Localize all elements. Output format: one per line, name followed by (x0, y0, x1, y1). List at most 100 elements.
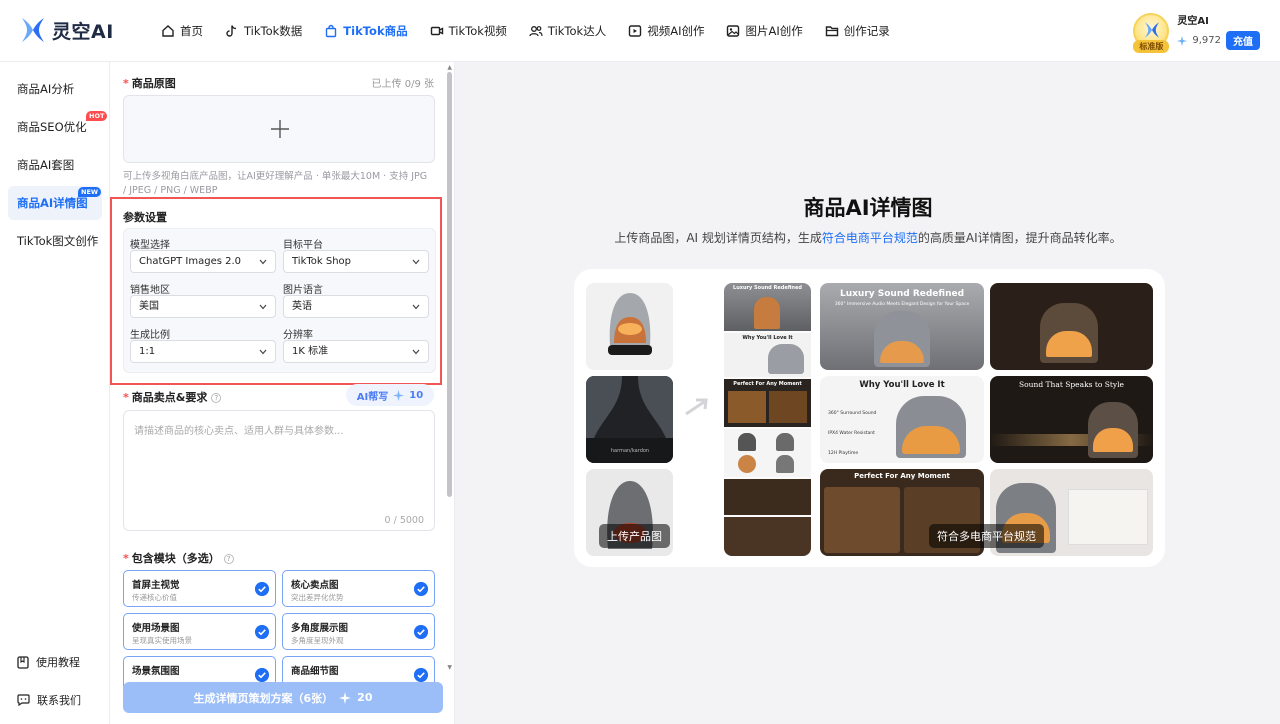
help-icon[interactable]: ? (211, 393, 222, 403)
nav-video-ai-label: 视频AI创作 (647, 24, 705, 38)
model-select[interactable]: ChatGPT Images 2.0 (130, 250, 276, 273)
video-ai-icon (629, 25, 642, 37)
hot-badge: HOT (86, 111, 108, 121)
sidebar-item-product-analysis[interactable]: 商品AI分析 (8, 72, 102, 106)
page-subtitle: 上传商品图，AI 规划详情页结构，生成符合电商平台规范的高质量AI详情图，提升商… (456, 229, 1280, 246)
feature-list: 360° Surround Sound IPX4 Water Resistant… (828, 404, 876, 463)
module-title: 场景氛围图 (132, 666, 180, 677)
scroll-down-arrow[interactable]: ▼ (447, 664, 452, 671)
check-icon (414, 625, 428, 639)
upload-count: 已上传 0/9 张 (371, 79, 434, 90)
sidebar-item-label: 商品AI分析 (17, 82, 75, 96)
chevron-down-icon (259, 259, 267, 265)
module-desc: 突出差异化优势 (291, 593, 344, 602)
plus-icon (271, 120, 289, 138)
user-name: 灵空AI (1177, 16, 1209, 27)
brand-logo[interactable]: 灵空AI (20, 16, 114, 44)
selling-points-textarea[interactable]: 请描述商品的核心卖点、适用人群与具体参数... 0 / 5000 (123, 410, 435, 531)
scrollbar-thumb[interactable] (447, 72, 452, 497)
feature-item: IPX4 Water Resistant (828, 431, 875, 436)
nav-tiktok-video-label: TikTok视频 (448, 24, 507, 38)
module-desc: 呈现真实使用场景 (132, 636, 192, 645)
module-usage-scene[interactable]: 使用场景图 呈现真实使用场景 (123, 613, 276, 650)
nav-image-ai[interactable]: 图片AI创作 (715, 0, 813, 62)
region-label: 销售地区 (130, 285, 170, 296)
longform-section: Perfect For Any Moment (724, 379, 811, 427)
nav-tiktok-data[interactable]: TikTok数据 (214, 0, 313, 62)
nav-history[interactable]: 创作记录 (814, 0, 901, 62)
nav-tiktok-data-label: TikTok数据 (244, 24, 303, 38)
resolution-value: 1K 标准 (292, 346, 329, 357)
sidebar-item-tiktok-post[interactable]: TikTok图文创作 (8, 224, 102, 258)
region-select[interactable]: 美国 (130, 295, 276, 318)
users-icon (529, 26, 543, 37)
sample-subheading: 360° Immersive Audio Meets Elegant Desig… (834, 302, 970, 307)
speaker-image: harman/kardon (586, 376, 673, 463)
input-photo-front (586, 283, 673, 370)
user-panel: 标准版 灵空AI 9,972 充值 (1133, 12, 1260, 53)
nav-tiktok-video[interactable]: TikTok视频 (419, 0, 518, 62)
sidebar-item-seo[interactable]: 商品SEO优化 HOT (8, 110, 108, 144)
module-selling-points[interactable]: 核心卖点图 突出差异化优势 (282, 570, 435, 607)
nav-tiktok-creators-label: TikTok达人 (547, 24, 607, 38)
sample-features-image: Why You'll Love It 360° Surround Sound I… (820, 376, 984, 463)
scroll-up-arrow[interactable]: ▲ (447, 64, 452, 71)
check-icon (255, 668, 269, 682)
image-upload-dropzone[interactable] (123, 95, 435, 163)
nav-video-ai[interactable]: 视频AI创作 (617, 0, 715, 62)
sidebar-contact-label: 联系我们 (37, 694, 81, 707)
chevron-down-icon (412, 304, 420, 310)
preview-card: harman/kardon 上传产品图 Luxury Sound Redefin… (574, 269, 1165, 567)
resolution-select[interactable]: 1K 标准 (283, 340, 429, 363)
language-select[interactable]: 英语 (283, 295, 429, 318)
module-title: 首屏主视觉 (132, 580, 180, 591)
sidebar-contact[interactable]: 联系我们 (17, 692, 81, 708)
ratio-label: 生成比例 (130, 330, 170, 341)
ratio-select[interactable]: 1:1 (130, 340, 276, 363)
params-box: 模型选择 ChatGPT Images 2.0 目标平台 TikTok Shop… (123, 228, 436, 373)
chevron-down-icon (259, 304, 267, 310)
generate-button[interactable]: 生成详情页策划方案（6张） 20 (123, 682, 443, 713)
ai-write-label: AI帮写 (356, 391, 389, 403)
longform-heading: Perfect For Any Moment (733, 381, 802, 387)
sidebar-tutorial[interactable]: 使用教程 (17, 654, 80, 670)
platform-select[interactable]: TikTok Shop (283, 250, 429, 273)
subtitle-highlight: 符合电商平台规范 (821, 231, 918, 245)
sidebar-item-image-set[interactable]: 商品AI套图 (8, 148, 102, 182)
nav-tiktok-products[interactable]: TikTok商品 (313, 0, 418, 62)
ai-write-button[interactable]: AI帮写 10 (346, 384, 434, 406)
credits-value: 9,972 (1192, 35, 1221, 46)
sidebar-item-label: 商品AI详情图 (17, 196, 88, 210)
module-title: 商品细节图 (291, 666, 339, 677)
sidebar-item-detail-image[interactable]: 商品AI详情图 NEW (8, 186, 102, 220)
nav-home[interactable]: 首页 (150, 0, 214, 62)
nav-tiktok-creators[interactable]: TikTok达人 (518, 0, 617, 62)
sample-hero-image: Luxury Sound Redefined 360° Immersive Au… (820, 283, 984, 370)
check-icon (255, 582, 269, 596)
generate-label: 生成详情页策划方案（6张） (193, 691, 334, 705)
upload-label: * 商品原图 (123, 77, 176, 90)
chevron-down-icon (412, 259, 420, 265)
chat-icon (17, 694, 30, 706)
image-icon (727, 25, 740, 37)
check-icon (414, 668, 428, 682)
sample-style-image: Sound That Speaks to Style (990, 376, 1153, 463)
language-value: 英语 (292, 301, 312, 312)
upload-label-text: 商品原图 (131, 77, 176, 90)
recharge-button[interactable]: 充值 (1226, 31, 1260, 50)
module-title: 多角度展示图 (291, 623, 349, 634)
feature-item: 12H Playtime (828, 451, 859, 456)
arrow-right-icon (685, 398, 708, 416)
longform-section (724, 517, 811, 556)
selling-label-text: 商品卖点&要求 (131, 391, 208, 404)
char-count: 0 / 5000 (384, 515, 424, 526)
module-multi-angle[interactable]: 多角度展示图 多角度呈现外观 (282, 613, 435, 650)
avatar[interactable]: 标准版 (1133, 13, 1170, 53)
resolution-label: 分辨率 (283, 330, 313, 341)
help-icon[interactable]: ? (223, 554, 234, 564)
plan-badge: 标准版 (1133, 40, 1170, 53)
module-hero[interactable]: 首屏主视觉 传递核心价值 (123, 570, 276, 607)
sparkle-icon (393, 389, 405, 401)
upload-hint: 可上传多视角白底产品图，让AI更好理解产品 · 单张最大10M · 支持 JPG… (123, 171, 428, 196)
main-nav: 首页 TikTok数据 TikTok商品 TikTok视频 TikTok达人 视… (150, 0, 901, 62)
